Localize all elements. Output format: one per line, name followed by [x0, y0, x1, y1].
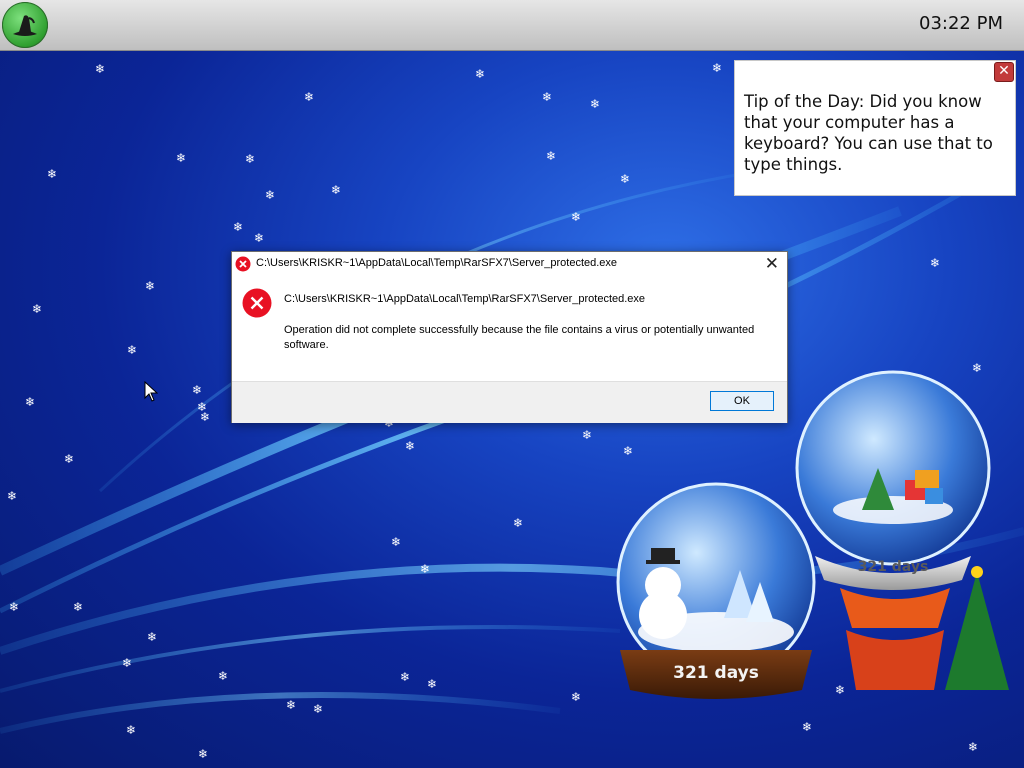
snowflake-icon: ❄: [192, 383, 203, 397]
snowflake-icon: ❄: [147, 630, 158, 644]
snowflake-icon: ❄: [405, 439, 416, 453]
ok-button[interactable]: OK: [710, 391, 774, 411]
snowflake-icon: ❄: [200, 410, 211, 424]
snowflake-icon: ❄: [968, 740, 979, 754]
dialog-titlebar[interactable]: C:\Users\KRISKR~1\AppData\Local\Temp\Rar…: [232, 252, 787, 276]
snowflake-icon: ❄: [571, 690, 582, 704]
top-bar: 03:22 PM: [0, 0, 1024, 51]
snowflake-icon: ❄: [400, 670, 411, 684]
snowflake-icon: ❄: [546, 149, 557, 163]
snowflake-icon: ❄: [582, 428, 593, 442]
snowflake-icon: ❄: [571, 210, 582, 224]
snowflake-icon: ❄: [427, 677, 438, 691]
globe-right-counter: 321 days: [858, 559, 929, 575]
snowflake-icon: ❄: [590, 97, 601, 111]
snowflake-icon: ❄: [475, 67, 486, 81]
snowflake-icon: ❄: [331, 183, 342, 197]
snowflake-icon: ❄: [620, 172, 631, 186]
snowflake-icon: ❄: [25, 395, 36, 409]
tip-text: Tip of the Day: Did you know that your c…: [744, 92, 993, 174]
snowflake-icon: ❄: [73, 600, 84, 614]
snowflake-icon: ❄: [47, 167, 58, 181]
close-icon[interactable]: ✕: [994, 62, 1014, 82]
dialog-footer: OK: [232, 381, 787, 423]
snowflake-icon: ❄: [245, 152, 256, 166]
error-dialog: C:\Users\KRISKR~1\AppData\Local\Temp\Rar…: [231, 251, 788, 423]
snowflake-icon: ❄: [304, 90, 315, 104]
snowflake-icon: ❄: [513, 516, 524, 530]
error-icon: [242, 288, 272, 318]
snowflake-icon: ❄: [542, 90, 553, 104]
snowflake-icon: ❄: [802, 720, 813, 734]
error-message: Operation did not complete successfully …: [284, 324, 755, 351]
snowflake-icon: ❄: [126, 723, 137, 737]
globe-left-counter: 321 days: [673, 663, 759, 683]
snowflake-icon: ❄: [391, 535, 402, 549]
snowflake-icon: ❄: [127, 343, 138, 357]
close-button[interactable]: ✕: [765, 254, 779, 274]
snowflake-icon: ❄: [32, 302, 43, 316]
snowflake-icon: ❄: [712, 61, 723, 75]
tip-of-the-day-window: ✕ Tip of the Day: Did you know that your…: [734, 60, 1016, 196]
snowflake-icon: ❄: [176, 151, 187, 165]
clock: 03:22 PM: [919, 13, 1003, 34]
snowflake-icon: ❄: [286, 698, 297, 712]
snowflake-icon: ❄: [218, 669, 229, 683]
snowflake-icon: ❄: [64, 452, 75, 466]
snowflake-icon: ❄: [930, 256, 941, 270]
start-button[interactable]: [2, 2, 48, 48]
snowflake-icon: ❄: [313, 702, 324, 716]
snowflake-icon: ❄: [95, 62, 106, 76]
snowflake-icon: ❄: [233, 220, 244, 234]
error-icon: [235, 256, 251, 272]
snowflake-icon: ❄: [9, 600, 20, 614]
file-path: C:\Users\KRISKR~1\AppData\Local\Temp\Rar…: [284, 293, 646, 305]
snowflake-icon: ❄: [420, 562, 431, 576]
snowflake-icon: ❄: [265, 188, 276, 202]
dialog-title: C:\Users\KRISKR~1\AppData\Local\Temp\Rar…: [256, 257, 618, 269]
witch-hat-icon: [13, 15, 37, 36]
mouse-cursor-icon: [144, 381, 158, 402]
snowflake-icon: ❄: [145, 279, 156, 293]
snowflake-icon: ❄: [254, 231, 265, 245]
snowflake-icon: ❄: [7, 489, 18, 503]
snowflake-icon: ❄: [122, 656, 133, 670]
snowflake-icon: ❄: [198, 747, 209, 761]
